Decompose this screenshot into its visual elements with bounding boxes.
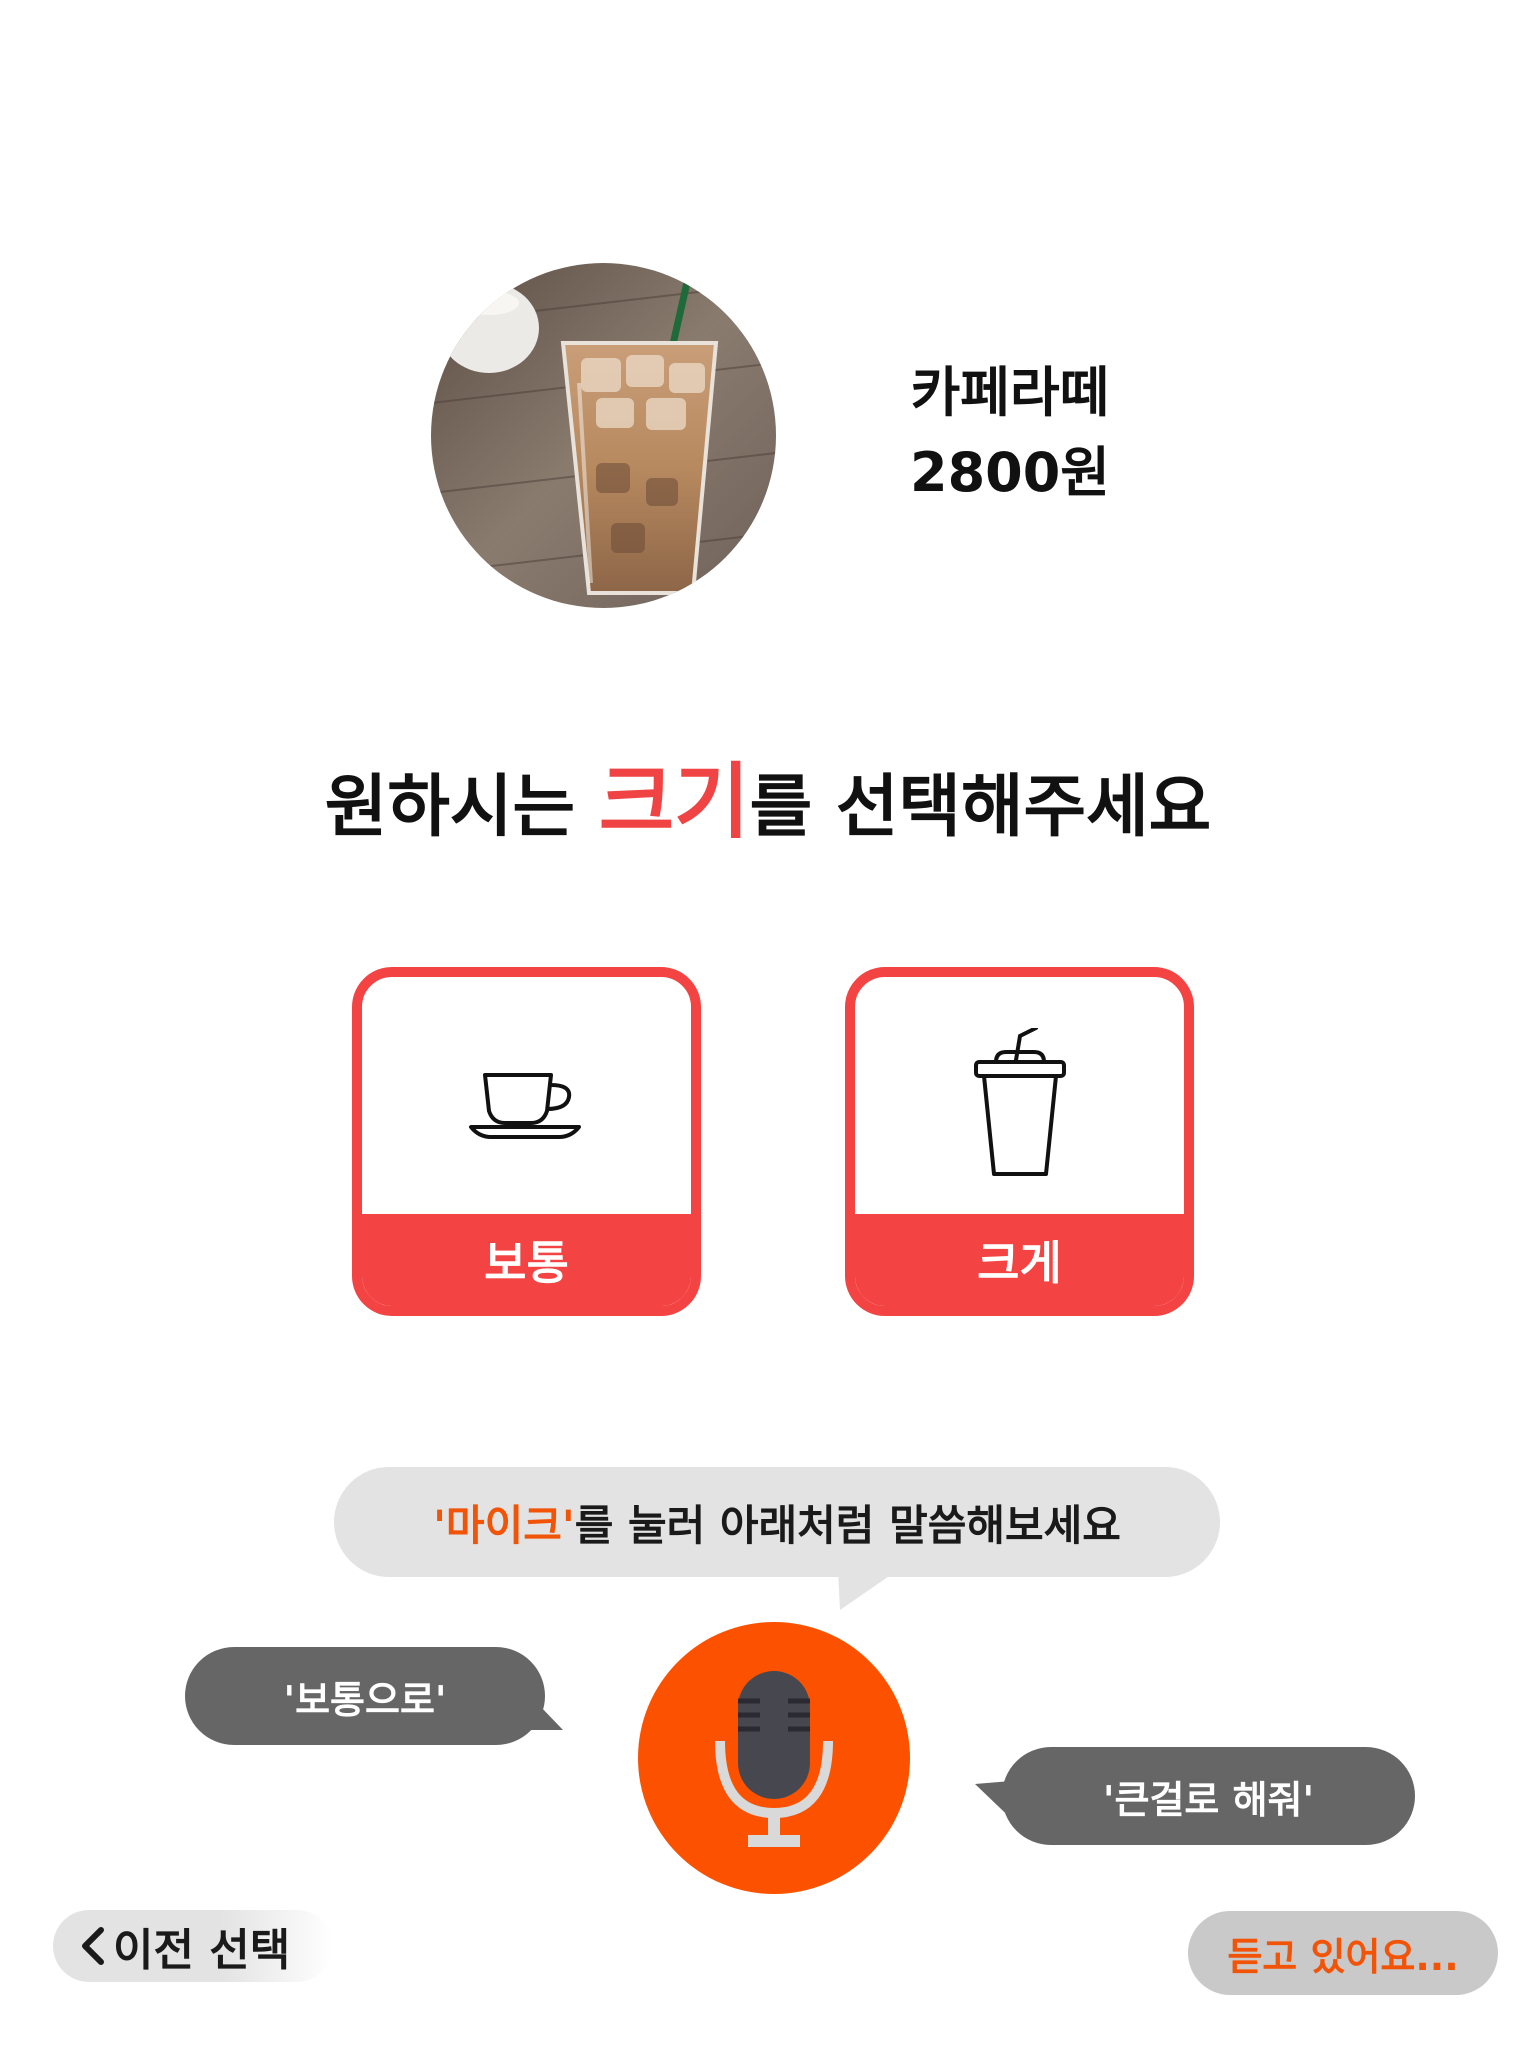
back-button[interactable]: 이전 선택 [53, 1910, 333, 1982]
product-photo [431, 263, 776, 608]
listening-status: 듣고 있어요... [1188, 1911, 1498, 1995]
instruction-bubble-tail [838, 1570, 898, 1610]
microphone-icon [715, 1671, 833, 1847]
size-option-large[interactable]: 크게 [845, 967, 1194, 1316]
example-bubble-tail-left [515, 1680, 563, 1730]
takeout-cup-icon [855, 977, 1184, 1229]
prompt-text-after: 를 선택해주세요 [749, 768, 1212, 847]
coffee-cup-icon [362, 977, 691, 1229]
example-bubble-tail-right [975, 1780, 1023, 1830]
prompt-accent: 크기 [598, 755, 750, 850]
page-title: 원하시는 크기를 선택해주세요 [0, 735, 1536, 854]
back-button-label: 이전 선택 [113, 1925, 291, 1976]
chevron-left-icon [79, 1926, 105, 1966]
size-label-large: 크게 [855, 1214, 1184, 1306]
example-bubble-regular: '보통으로' [185, 1647, 545, 1745]
instruction-text: 를 눌러 아래처럼 말씀해보세요 [574, 1500, 1121, 1550]
product-name: 카페라떼 [910, 361, 1110, 424]
instruction-accent: '마이크' [433, 1500, 575, 1550]
product-price: 2800원 [910, 441, 1110, 504]
iced-latte-photo [431, 263, 776, 608]
prompt-text-before: 원하시는 [324, 768, 599, 847]
size-option-regular[interactable]: 보통 [352, 967, 701, 1316]
instruction-bubble: '마이크' 를 눌러 아래처럼 말씀해보세요 [334, 1467, 1220, 1577]
microphone-button[interactable] [638, 1622, 910, 1894]
size-label-regular: 보통 [362, 1214, 691, 1306]
example-bubble-large: '큰걸로 해줘' [1002, 1747, 1415, 1845]
